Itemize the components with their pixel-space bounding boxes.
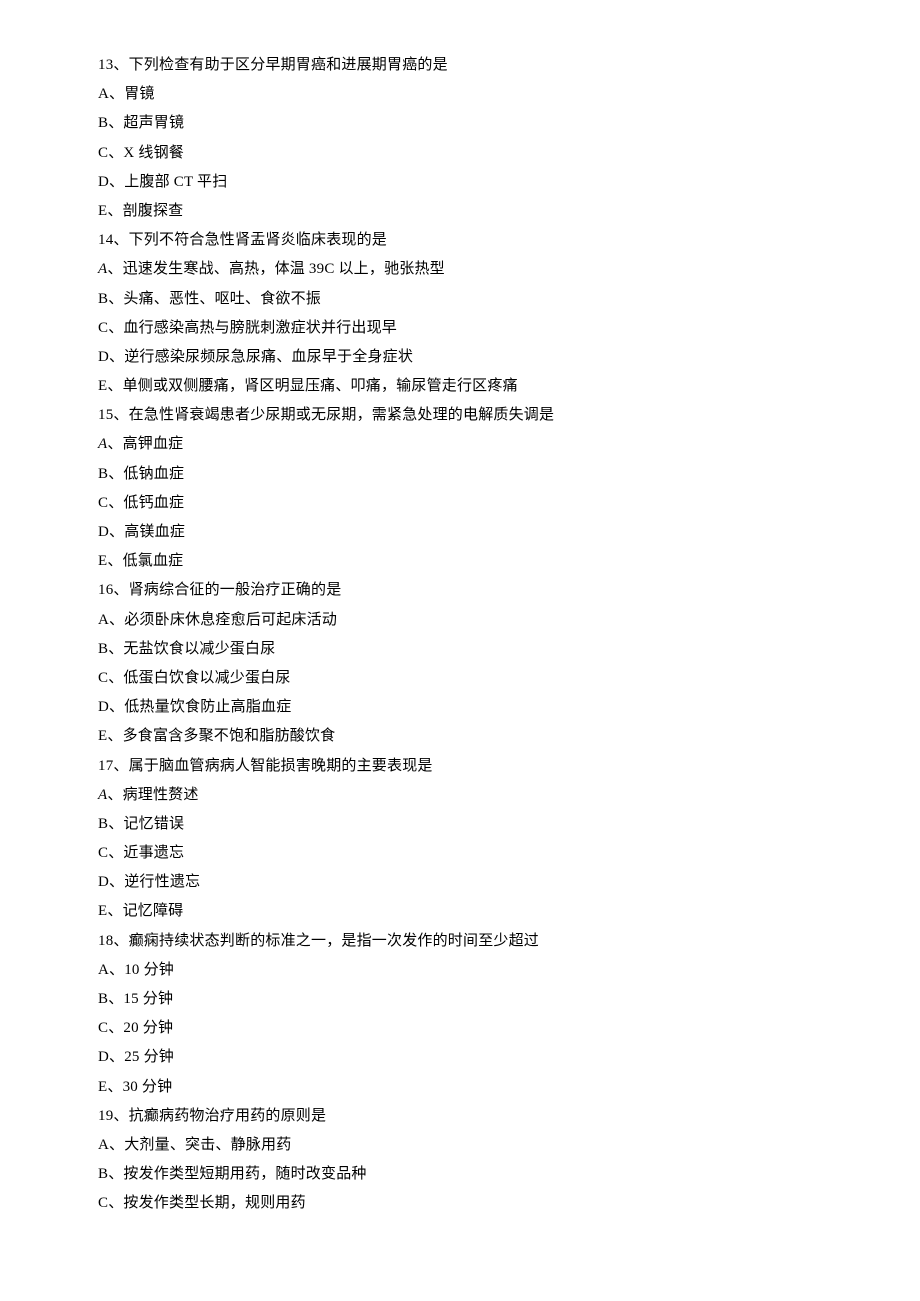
question-stem: 13、下列检查有助于区分早期胃癌和进展期胃癌的是 — [98, 58, 822, 73]
question-stem: 16、肾病综合征的一般治疗正确的是 — [98, 583, 822, 598]
question-option: B、按发作类型短期用药，随时改变品种 — [98, 1167, 822, 1182]
question-stem: 19、抗癫病药物治疗用药的原则是 — [98, 1109, 822, 1124]
question-stem: 14、下列不符合急性肾盂肾炎临床表现的是 — [98, 233, 822, 248]
question-option: D、逆行感染尿频尿急尿痛、血尿早于全身症状 — [98, 350, 822, 365]
question-option: C、低蛋白饮食以减少蛋白尿 — [98, 671, 822, 686]
question-option: E、30 分钟 — [98, 1080, 822, 1095]
question-option: E、记忆障碍 — [98, 904, 822, 919]
question-stem: 15、在急性肾衰竭患者少尿期或无尿期，需紧急处理的电解质失调是 — [98, 408, 822, 423]
option-text: 、病理性赘述 — [107, 787, 198, 803]
question-option: E、多食富含多聚不饱和脂肪酸饮食 — [98, 729, 822, 744]
question-option: A、迅速发生寒战、高热，体温 39C 以上，驰张热型 — [98, 262, 822, 277]
question-option: B、记忆错误 — [98, 817, 822, 832]
question-option: B、头痛、恶性、呕吐、食欲不振 — [98, 292, 822, 307]
question-option: D、低热量饮食防止高脂血症 — [98, 700, 822, 715]
question-option: C、血行感染高热与膀胱刺激症状并行出现早 — [98, 321, 822, 336]
question-option: A、高钾血症 — [98, 437, 822, 452]
document-page: 13、下列检查有助于区分早期胃癌和进展期胃癌的是 A、胃镜 B、超声胃镜 C、X 线钢… — [0, 0, 920, 1266]
option-letter: A — [98, 787, 107, 803]
question-option: B、无盐饮食以减少蛋白尿 — [98, 642, 822, 657]
question-option: A、必须卧床休息痊愈后可起床活动 — [98, 613, 822, 628]
question-option: C、20 分钟 — [98, 1021, 822, 1036]
option-text: 、高钾血症 — [107, 436, 183, 452]
question-option: A、胃镜 — [98, 87, 822, 102]
question-option: E、剖腹探查 — [98, 204, 822, 219]
option-text: 、迅速发生寒战、高热，体温 39C 以上，驰张热型 — [107, 261, 445, 277]
question-option: D、上腹部 CT 平扫 — [98, 175, 822, 190]
question-option: C、低钙血症 — [98, 496, 822, 511]
question-option: D、逆行性遗忘 — [98, 875, 822, 890]
question-option: D、25 分钟 — [98, 1050, 822, 1065]
question-option: B、低钠血症 — [98, 467, 822, 482]
question-option: E、低氯血症 — [98, 554, 822, 569]
question-option: A、病理性赘述 — [98, 788, 822, 803]
question-option: A、大剂量、突击、静脉用药 — [98, 1138, 822, 1153]
option-letter: A — [98, 261, 107, 277]
question-option: E、单侧或双侧腰痛，肾区明显压痛、叩痛，输尿管走行区疼痛 — [98, 379, 822, 394]
question-option: B、超声胃镜 — [98, 116, 822, 131]
question-option: A、10 分钟 — [98, 963, 822, 978]
question-option: C、按发作类型长期，规则用药 — [98, 1196, 822, 1211]
question-stem: 17、属于脑血管病病人智能损害晚期的主要表现是 — [98, 759, 822, 774]
question-option: C、X 线钢餐 — [98, 146, 822, 161]
question-option: C、近事遗忘 — [98, 846, 822, 861]
question-option: D、高镁血症 — [98, 525, 822, 540]
question-stem: 18、癫痫持续状态判断的标准之一，是指一次发作的时间至少超过 — [98, 934, 822, 949]
question-option: B、15 分钟 — [98, 992, 822, 1007]
option-letter: A — [98, 436, 107, 452]
